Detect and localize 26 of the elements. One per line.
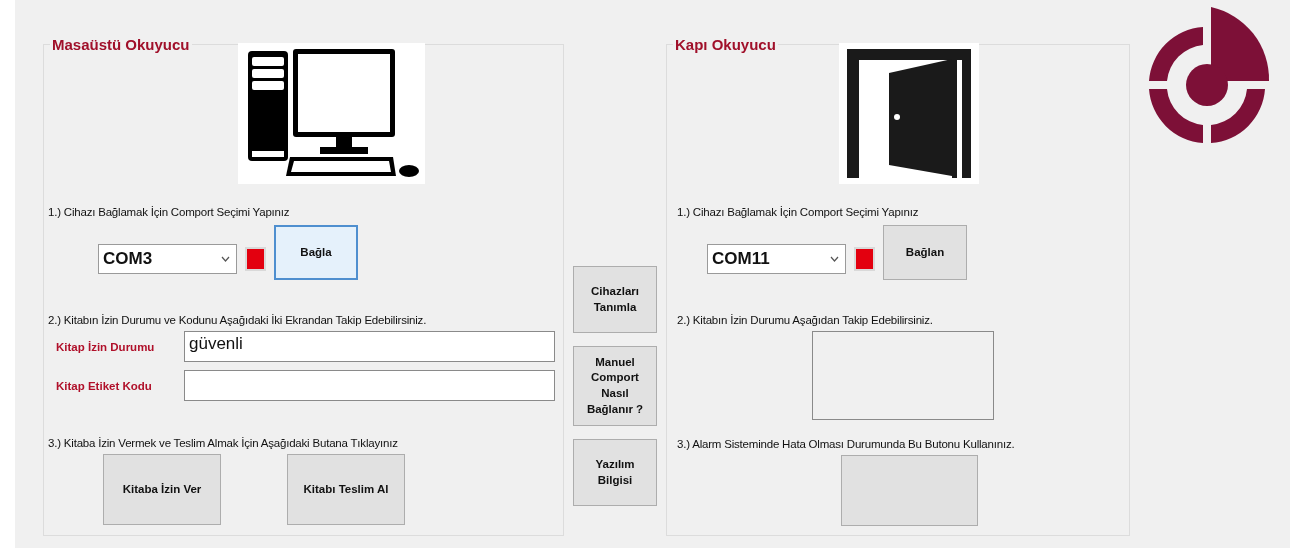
side-button[interactable]: Manuel Comport Nasıl Bağlanır ?	[573, 346, 657, 426]
step-label: 3.) Kitaba İzin Vermek ve Teslim Almak İçin Aşağıdaki Butana Tıklayınız	[48, 437, 398, 449]
computer-icon	[238, 43, 425, 184]
text-field[interactable]	[184, 370, 555, 401]
port-dropdown[interactable]: COM3	[98, 244, 237, 274]
step-label: 3.) Alarm Sisteminde Hata Olması Durumunda Bu Butonu Kullanınız.	[677, 438, 1015, 450]
field-label: Kitap Etiket Kodu	[56, 379, 153, 392]
side-button[interactable]: Cihazları Tanımla	[573, 266, 657, 333]
alarm-button[interactable]	[841, 455, 978, 526]
step-label: 1.) Cihazı Bağlamak İçin Comport Seçimi Yapınız	[677, 206, 919, 218]
chevron-down-icon	[830, 256, 839, 262]
door-icon	[839, 43, 979, 184]
group-title: Kapı Okuyucu	[674, 36, 777, 53]
field-label: Kitap İzin Durumu	[56, 340, 156, 353]
text-field[interactable]: güvenli	[184, 331, 555, 362]
group-title: Masaüstü Okuyucu	[51, 36, 191, 53]
step-label: 2.) Kitabın İzin Durumu ve Kodunu Aşağıdaki İki Ekrandan Takip Edebilirsiniz.	[48, 314, 427, 326]
action-button[interactable]: Kitabı Teslim Al	[287, 454, 405, 525]
chevron-down-icon	[221, 256, 230, 262]
action-button[interactable]: Kitaba İzin Ver	[103, 454, 221, 525]
connect-button[interactable]: Bağlan	[883, 225, 967, 280]
step-label: 2.) Kitabın İzin Durumu Aşağıdan Takip Edebilirsiniz.	[677, 314, 933, 326]
port-dropdown[interactable]: COM11	[707, 244, 846, 274]
step-label: 1.) Cihazı Bağlamak İçin Comport Seçimi Yapınız	[48, 206, 290, 218]
side-button[interactable]: Yazılım Bilgisi	[573, 439, 657, 506]
connect-button[interactable]: Bağla	[274, 225, 358, 280]
